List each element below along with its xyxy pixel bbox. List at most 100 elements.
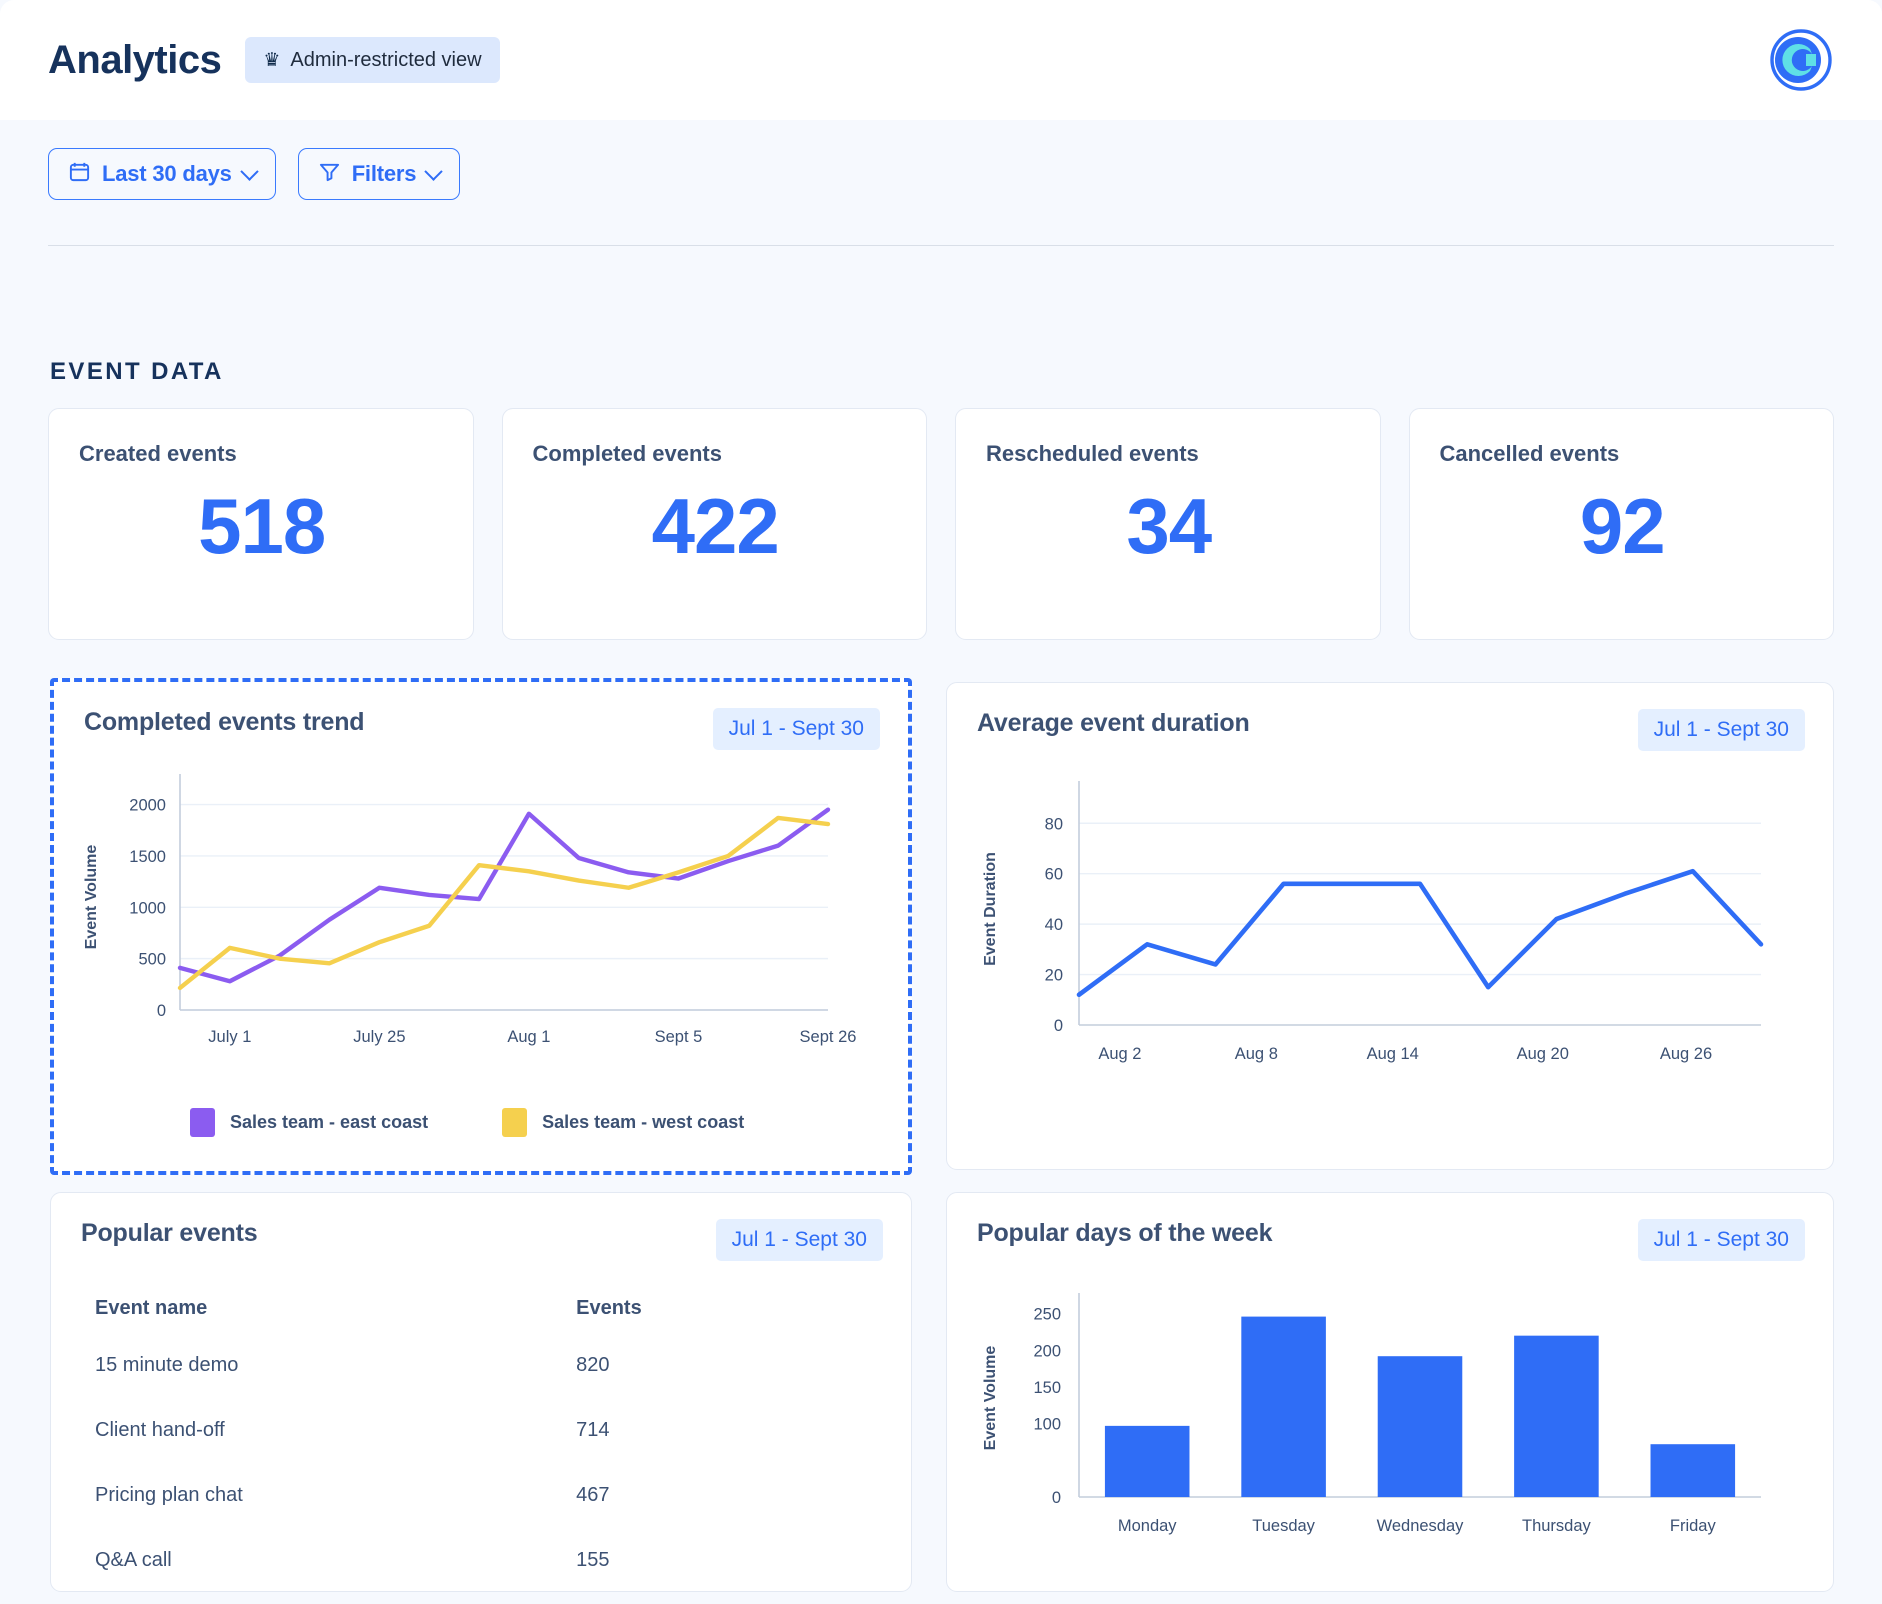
cell-events-count: 820: [576, 1354, 610, 1376]
svg-text:Aug 8: Aug 8: [1235, 1045, 1278, 1063]
svg-text:Aug 14: Aug 14: [1367, 1045, 1419, 1063]
svg-text:250: 250: [1033, 1306, 1061, 1324]
svg-text:1500: 1500: [129, 848, 166, 866]
column-header-events: Events: [576, 1297, 642, 1319]
legend-label-east-coast: Sales team - east coast: [230, 1112, 429, 1132]
svg-text:Wednesday: Wednesday: [1377, 1517, 1465, 1535]
kpi-card-completed-events: Completed events 422: [501, 408, 927, 640]
legend-item-west-coast: Sales team - west coast: [502, 1108, 744, 1137]
table-row[interactable]: Q&A call 155: [95, 1549, 871, 1604]
svg-text:150: 150: [1033, 1379, 1061, 1397]
cell-event-name: Client hand-off: [95, 1419, 225, 1441]
svg-text:2000: 2000: [129, 797, 166, 815]
panel-average-event-duration[interactable]: Average event duration Jul 1 - Sept 30 0…: [946, 682, 1834, 1170]
popular-days-bar-chart: 0 100 150 200 250 Event Volume Monday Tuesday We…: [982, 1293, 1761, 1535]
date-range-button[interactable]: Last 30 days: [48, 148, 276, 200]
svg-text:500: 500: [138, 951, 166, 969]
svg-text:200: 200: [1033, 1342, 1061, 1360]
chart-legend: Sales team - east coast Sales team - wes…: [190, 1108, 744, 1137]
cell-event-name: 15 minute demo: [95, 1354, 239, 1376]
kpi-value: 518: [198, 482, 326, 570]
chevron-down-icon: [239, 161, 259, 181]
kpi-card-cancelled-events: Cancelled events 92: [1408, 408, 1834, 640]
kpi-card-created-events: Created events 518: [48, 408, 474, 640]
filters-button[interactable]: Filters: [297, 148, 461, 200]
svg-text:0: 0: [157, 1002, 166, 1020]
legend-label-west-coast: Sales team - west coast: [542, 1112, 745, 1132]
toolbar-divider: [48, 245, 1834, 246]
svg-text:Tuesday: Tuesday: [1252, 1517, 1315, 1535]
date-range-label: Last 30 days: [102, 161, 232, 186]
page-title: Analytics: [48, 37, 222, 82]
kpi-label: Cancelled events: [1439, 441, 1620, 466]
svg-text:Friday: Friday: [1670, 1517, 1717, 1535]
table-header-row: Event name Events: [95, 1297, 871, 1354]
svg-text:Sept 26: Sept 26: [800, 1028, 857, 1046]
panel-title: Completed events trend: [84, 708, 365, 736]
panel-popular-days-of-week[interactable]: Popular days of the week Jul 1 - Sept 30…: [946, 1192, 1834, 1592]
kpi-card-grid: Created events 518 Completed events 422 …: [48, 408, 1834, 640]
legend-item-east-coast: Sales team - east coast: [190, 1108, 428, 1137]
svg-text:July 1: July 1: [208, 1028, 251, 1046]
analytics-page: Analytics ♛ Admin-restricted view Last 3…: [0, 0, 1882, 1604]
chevron-down-icon: [424, 161, 444, 181]
svg-text:Event Volume: Event Volume: [982, 1346, 999, 1451]
date-range-pill: Jul 1 - Sept 30: [1637, 709, 1805, 751]
legend-swatch-east-coast: [190, 1108, 215, 1137]
completed-events-trend-chart: 0 500 1000 1500 2000 Event Volume July 1 July 2…: [83, 774, 857, 1046]
svg-text:100: 100: [1033, 1416, 1061, 1434]
section-heading: EVENT DATA: [50, 358, 224, 385]
toolbar: Last 30 days Filters: [0, 120, 1882, 296]
table-row[interactable]: Client hand-off 714: [95, 1419, 871, 1484]
calendly-logo: [1768, 27, 1834, 93]
date-range-pill: Jul 1 - Sept 30: [712, 708, 880, 750]
svg-text:0: 0: [1054, 1017, 1063, 1035]
svg-text:Aug 1: Aug 1: [507, 1028, 550, 1046]
kpi-label: Created events: [79, 441, 237, 466]
calendar-icon: [68, 160, 91, 188]
svg-text:1000: 1000: [129, 899, 166, 917]
average-event-duration-chart: 0 20 40 60 80 Event Duration Aug 2 Aug 8 Aug 14 A…: [982, 781, 1764, 1063]
panel-title: Popular events: [81, 1219, 258, 1247]
kpi-label: Completed events: [532, 441, 723, 466]
kpi-card-rescheduled-events: Rescheduled events 34: [955, 408, 1381, 640]
table-row[interactable]: 15 minute demo 820: [95, 1354, 871, 1419]
panel-title: Average event duration: [977, 709, 1250, 737]
svg-text:July 25: July 25: [353, 1028, 405, 1046]
panel-title: Popular days of the week: [977, 1219, 1273, 1247]
svg-text:Aug 26: Aug 26: [1660, 1045, 1712, 1063]
cell-events-count: 467: [576, 1484, 610, 1506]
popular-events-table: Event name Events 15 minute demo 820 Cli…: [95, 1297, 871, 1604]
svg-text:Monday: Monday: [1118, 1517, 1177, 1535]
crown-icon: ♛: [263, 49, 281, 71]
admin-badge-label: Admin-restricted view: [290, 48, 482, 71]
svg-text:80: 80: [1045, 815, 1063, 833]
svg-text:Event Volume: Event Volume: [83, 845, 100, 950]
table-row[interactable]: Pricing plan chat 467: [95, 1484, 871, 1549]
admin-restricted-badge: ♛ Admin-restricted view: [245, 37, 500, 83]
cell-event-name: Pricing plan chat: [95, 1484, 243, 1506]
svg-text:60: 60: [1045, 866, 1063, 884]
svg-text:Aug 2: Aug 2: [1098, 1045, 1141, 1063]
svg-text:0: 0: [1052, 1489, 1061, 1507]
kpi-value: 92: [1579, 482, 1666, 570]
cell-events-count: 714: [576, 1419, 610, 1441]
kpi-value: 422: [651, 482, 780, 570]
svg-text:20: 20: [1045, 967, 1063, 985]
cell-events-count: 155: [576, 1549, 610, 1571]
date-range-pill: Jul 1 - Sept 30: [715, 1219, 883, 1261]
cell-event-name: Q&A call: [95, 1549, 172, 1571]
svg-text:Aug 20: Aug 20: [1517, 1045, 1569, 1063]
column-header-event-name: Event name: [95, 1297, 208, 1319]
legend-swatch-west-coast: [502, 1108, 528, 1137]
panel-popular-events[interactable]: Popular events Jul 1 - Sept 30 Event nam…: [50, 1192, 912, 1592]
panel-completed-events-trend[interactable]: Completed events trend Jul 1 - Sept 30 0…: [50, 678, 912, 1175]
svg-text:Sept 5: Sept 5: [655, 1028, 703, 1046]
svg-text:Thursday: Thursday: [1522, 1517, 1592, 1535]
svg-text:Event Duration: Event Duration: [982, 852, 999, 966]
funnel-icon: [318, 160, 341, 188]
kpi-label: Rescheduled events: [986, 441, 1199, 466]
kpi-value: 34: [1126, 482, 1212, 570]
date-range-pill: Jul 1 - Sept 30: [1637, 1219, 1805, 1261]
filters-label: Filters: [351, 161, 417, 186]
